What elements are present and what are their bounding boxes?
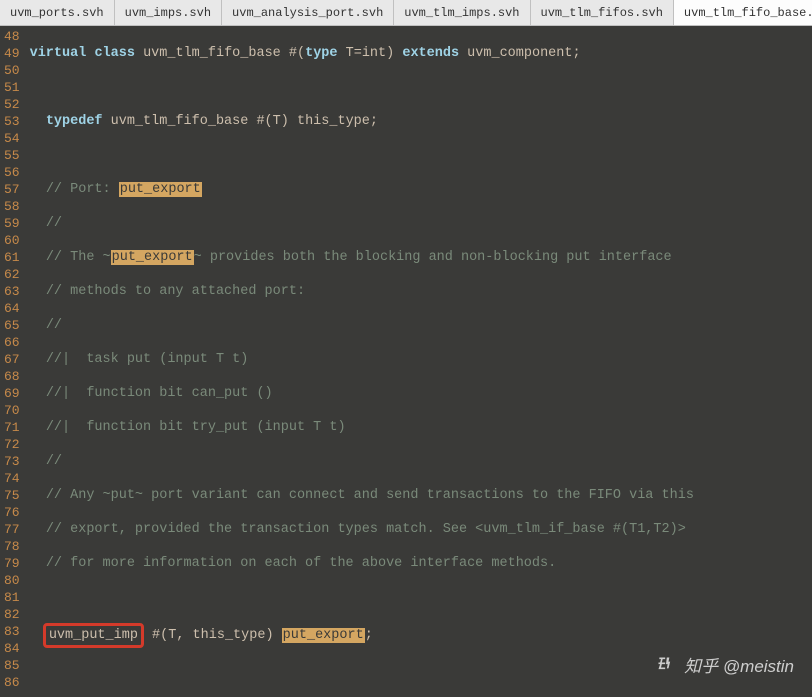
comment: // (46, 454, 62, 469)
comment: // Port: (46, 182, 119, 197)
comment: //| function bit try_put (input T t) (46, 420, 346, 435)
comment: // (46, 318, 62, 333)
token: uvm_component; (459, 46, 581, 61)
tab-uvm-tlm-fifo-base[interactable]: uvm_tlm_fifo_base.svh (674, 0, 812, 25)
tab-bar: uvm_ports.svh uvm_imps.svh uvm_analysis_… (0, 0, 812, 26)
comment: ~ provides both the blocking and non-blo… (194, 250, 672, 265)
keyword-extends: extends (402, 46, 459, 61)
tab-uvm-imps[interactable]: uvm_imps.svh (115, 0, 222, 25)
line-gutter: 4849505152535455565758596061626364656667… (0, 26, 26, 697)
code-text: uvm_put_imp (49, 628, 138, 643)
comment: // The ~ (46, 250, 111, 265)
code-text: uvm_tlm_fifo_base #(T) this_type; (103, 114, 378, 129)
token: ) (386, 46, 394, 61)
comment: // for more information on each of the a… (46, 556, 556, 571)
code-editor[interactable]: 4849505152535455565758596061626364656667… (0, 26, 812, 697)
code-text: ; (365, 628, 373, 643)
code-area[interactable]: virtual class uvm_tlm_fifo_base #(type T… (26, 26, 812, 697)
tab-uvm-analysis-port[interactable]: uvm_analysis_port.svh (222, 0, 394, 25)
comment: // Any ~put~ port variant can connect an… (46, 488, 694, 503)
highlight-put-export: put_export (119, 182, 202, 197)
tab-uvm-ports[interactable]: uvm_ports.svh (0, 0, 115, 25)
comment: //| task put (input T t) (46, 352, 249, 367)
highlight-put-export: put_export (282, 628, 365, 643)
comment: //| function bit can_put () (46, 386, 273, 401)
class-name: uvm_tlm_fifo_base (143, 46, 281, 61)
comment: // export, provided the transaction type… (46, 522, 686, 537)
comment: // (46, 216, 62, 231)
keyword-class: class (94, 46, 135, 61)
tab-uvm-tlm-imps[interactable]: uvm_tlm_imps.svh (394, 0, 530, 25)
comment: // methods to any attached port: (46, 284, 305, 299)
token: #( (289, 46, 305, 61)
code-text: #(T, this_type) (144, 628, 282, 643)
keyword-virtual: virtual (30, 46, 87, 61)
highlight-put-export: put_export (111, 250, 194, 265)
highlight-box-uvm-put-imp: uvm_put_imp (43, 623, 144, 648)
keyword-typedef: typedef (46, 114, 103, 129)
token: T=int (338, 46, 387, 61)
tab-uvm-tlm-fifos[interactable]: uvm_tlm_fifos.svh (531, 0, 674, 25)
keyword-type: type (305, 46, 337, 61)
